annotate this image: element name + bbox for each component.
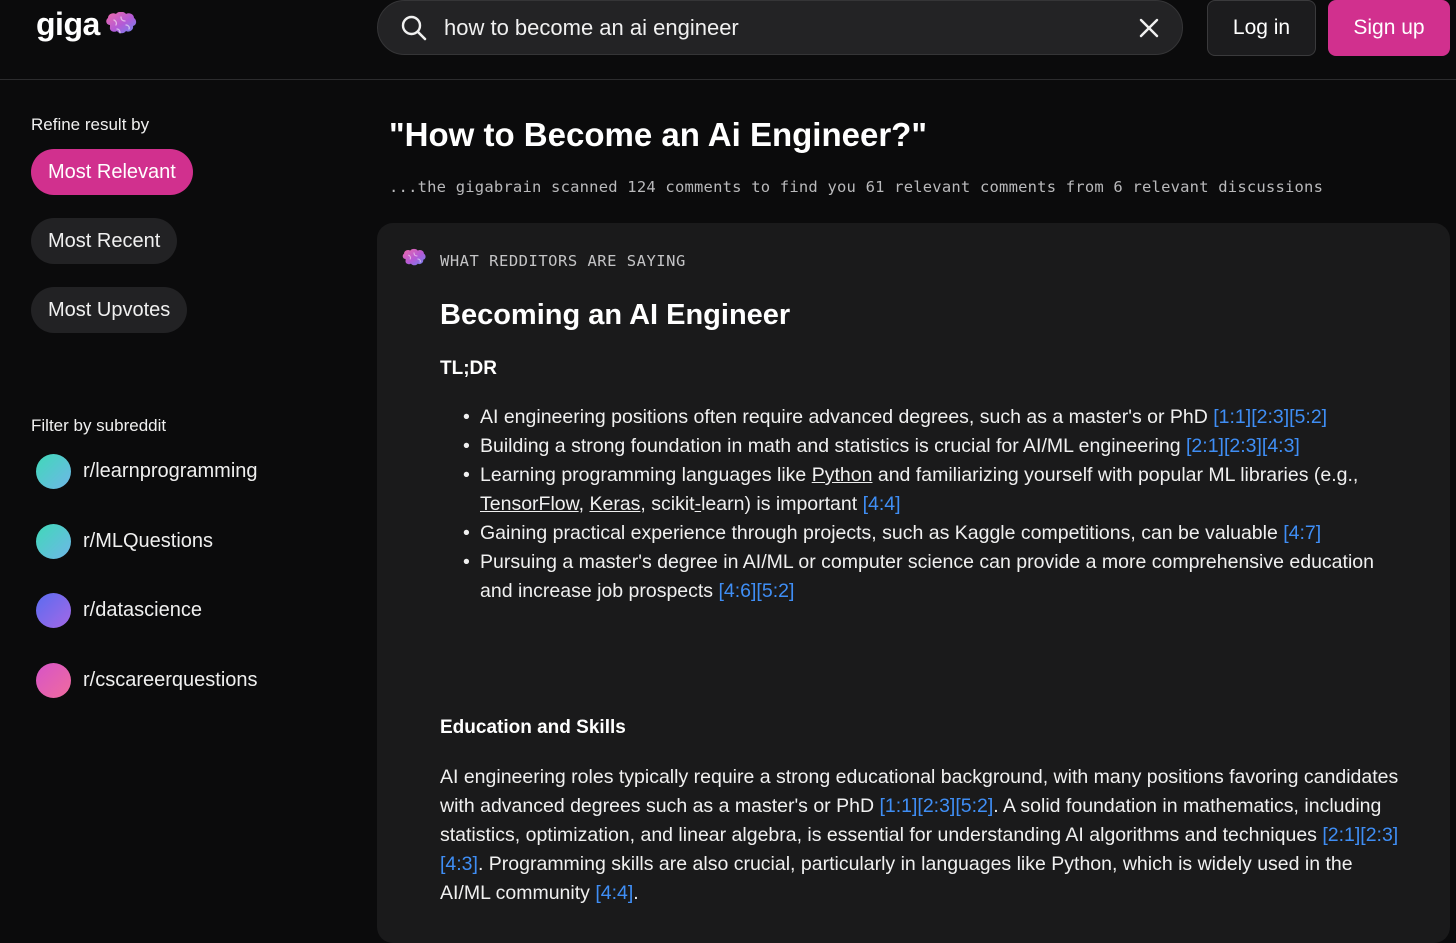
search-bar[interactable]	[377, 0, 1183, 55]
logo-text: giga	[36, 6, 100, 42]
subreddit-cscareerquestions[interactable]: r/cscareerquestions	[36, 663, 258, 698]
python-link[interactable]: Python	[812, 464, 873, 486]
bullet-text: ,	[578, 493, 585, 515]
citation-link[interactable]: [1:1][2:3][5:2]	[879, 795, 993, 817]
subreddit-avatar	[36, 593, 71, 628]
list-item: Building a strong foundation in math and…	[463, 432, 1400, 461]
bullet-text: AI engineering positions often require a…	[480, 406, 1208, 428]
bullet-text: and familiarizing yourself with popular …	[877, 464, 1359, 486]
citation-link[interactable]: [1:1][2:3][5:2]	[1213, 406, 1327, 428]
top-bar: giga Log in Sign up	[0, 0, 1456, 80]
summary-card: WHAT REDDITORS ARE SAYING Becoming an AI…	[377, 223, 1450, 943]
search-input[interactable]	[444, 14, 1128, 41]
card-title: Becoming an AI Engineer	[440, 299, 791, 331]
scan-summary: ...the gigabrain scanned 124 comments to…	[389, 178, 1324, 196]
subreddit-label: r/datascience	[83, 599, 202, 621]
citation-link[interactable]: [2:1][2:3][4:3]	[1186, 435, 1300, 457]
paragraph-text: . Programming skills are also crucial, p…	[440, 853, 1353, 904]
card-label: WHAT REDDITORS ARE SAYING	[440, 252, 686, 270]
login-button[interactable]: Log in	[1207, 0, 1316, 56]
sort-most-upvotes[interactable]: Most Upvotes	[31, 287, 188, 333]
subreddit-datascience[interactable]: r/datascience	[36, 593, 202, 628]
page-title: "How to Become an Ai Engineer?"	[389, 116, 927, 153]
tldr-heading: TL;DR	[440, 358, 497, 379]
subreddit-label: r/MLQuestions	[83, 530, 214, 552]
list-item: AI engineering positions often require a…	[463, 403, 1400, 432]
tldr-list: AI engineering positions often require a…	[463, 403, 1400, 606]
citation-link[interactable]: [4:6][5:2]	[718, 580, 794, 602]
citation-link[interactable]: [4:7]	[1283, 522, 1321, 544]
subreddit-mlquestions[interactable]: r/MLQuestions	[36, 524, 213, 559]
education-paragraph: AI engineering roles typically require a…	[440, 763, 1400, 908]
sort-most-relevant[interactable]: Most Relevant	[31, 149, 193, 195]
bullet-text: Building a strong foundation in math and…	[480, 435, 1181, 457]
tensorflow-link[interactable]: TensorFlow	[480, 493, 579, 515]
list-item: Pursuing a master's degree in AI/ML or c…	[463, 548, 1400, 606]
list-item: Gaining practical experience through pro…	[463, 519, 1400, 548]
subreddit-avatar	[36, 454, 71, 489]
bullet-text: Learning programming languages like	[480, 464, 807, 486]
bullet-text: learn) is important	[701, 493, 858, 515]
bullet-text: Gaining practical experience through pro…	[480, 522, 1278, 544]
filter-heading: Filter by subreddit	[31, 416, 167, 435]
search-icon[interactable]	[400, 14, 428, 42]
subreddit-avatar	[36, 524, 71, 559]
education-heading: Education and Skills	[440, 717, 626, 738]
close-icon[interactable]	[1138, 17, 1160, 39]
brain-icon	[106, 11, 136, 34]
citation-link[interactable]: [4:4]	[595, 882, 633, 904]
bullet-text: , scikit	[640, 493, 695, 515]
sort-most-recent[interactable]: Most Recent	[31, 218, 178, 264]
signup-button[interactable]: Sign up	[1328, 0, 1450, 56]
logo[interactable]: giga	[36, 6, 138, 43]
refine-heading: Refine result by	[31, 115, 150, 134]
subreddit-label: r/learnprogramming	[83, 460, 258, 482]
brain-icon	[402, 248, 426, 266]
bullet-text: Pursuing a master's degree in AI/ML or c…	[480, 551, 1374, 602]
subreddit-label: r/cscareerquestions	[83, 669, 258, 691]
keras-link[interactable]: Keras	[589, 493, 640, 515]
list-item: Learning programming languages like Pyth…	[463, 461, 1400, 519]
citation-link[interactable]: [4:4]	[863, 493, 901, 515]
subreddit-learnprogramming[interactable]: r/learnprogramming	[36, 454, 258, 489]
subreddit-avatar	[36, 663, 71, 698]
sidebar: Refine result by Most Relevant Most Rece…	[0, 81, 360, 927]
paragraph-text: .	[633, 882, 639, 904]
